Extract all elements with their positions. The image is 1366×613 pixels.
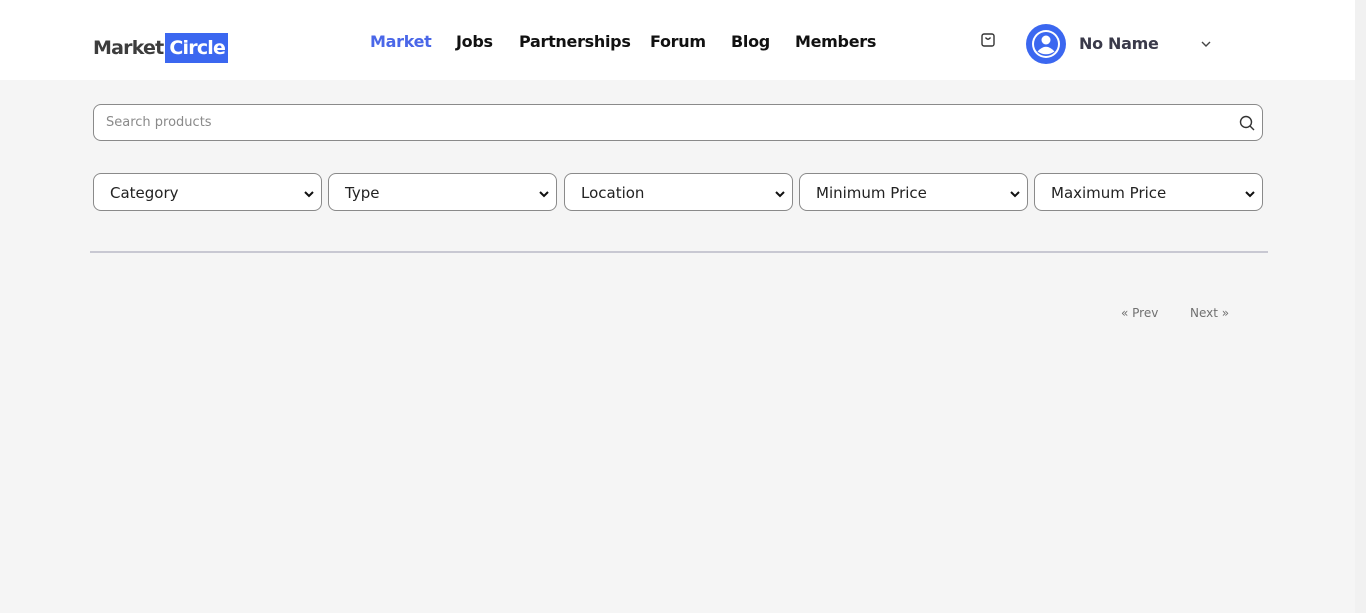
next-page-link[interactable]: Next » (1190, 304, 1229, 322)
market-circle-logo[interactable]: Market Circle (93, 33, 229, 63)
minimum-price-select-value: Minimum Price (816, 184, 927, 202)
nav-link-members[interactable]: Members (795, 30, 876, 54)
chevron-down-icon (1009, 187, 1021, 199)
location-select[interactable]: Location (564, 173, 793, 211)
maximum-price-select[interactable]: Maximum Price (1034, 173, 1263, 211)
nav-link-jobs[interactable]: Jobs (456, 30, 493, 54)
section-divider (90, 251, 1268, 253)
nav-link-blog[interactable]: Blog (731, 30, 770, 54)
page-scrollbar[interactable] (1355, 0, 1366, 613)
search-bar (93, 104, 1263, 141)
nav-link-market[interactable]: Market (370, 30, 432, 54)
user-avatar-icon[interactable] (1026, 24, 1066, 64)
location-select-value: Location (581, 184, 645, 202)
chevron-down-icon (1244, 187, 1256, 199)
top-header: Market Circle Market Jobs Partnerships F… (0, 0, 1355, 80)
category-select-value: Category (110, 184, 179, 202)
search-input[interactable] (106, 105, 1226, 140)
maximum-price-select-value: Maximum Price (1051, 184, 1167, 202)
shopping-bag-icon[interactable] (979, 31, 997, 49)
chevron-down-icon (303, 187, 315, 199)
nav-link-forum[interactable]: Forum (650, 30, 706, 54)
chevron-down-icon (538, 187, 550, 199)
logo-word-market: Market (93, 37, 164, 59)
search-icon[interactable] (1239, 115, 1255, 131)
nav-link-partnerships[interactable]: Partnerships (519, 30, 631, 54)
user-name[interactable]: No Name (1079, 32, 1159, 56)
logo-word-circle: Circle (165, 33, 229, 63)
chevron-down-icon[interactable] (1199, 37, 1213, 51)
minimum-price-select[interactable]: Minimum Price (799, 173, 1028, 211)
type-select[interactable]: Type (328, 173, 557, 211)
prev-page-link[interactable]: « Prev (1121, 304, 1158, 322)
chevron-down-icon (774, 187, 786, 199)
category-select[interactable]: Category (93, 173, 322, 211)
type-select-value: Type (345, 184, 380, 202)
